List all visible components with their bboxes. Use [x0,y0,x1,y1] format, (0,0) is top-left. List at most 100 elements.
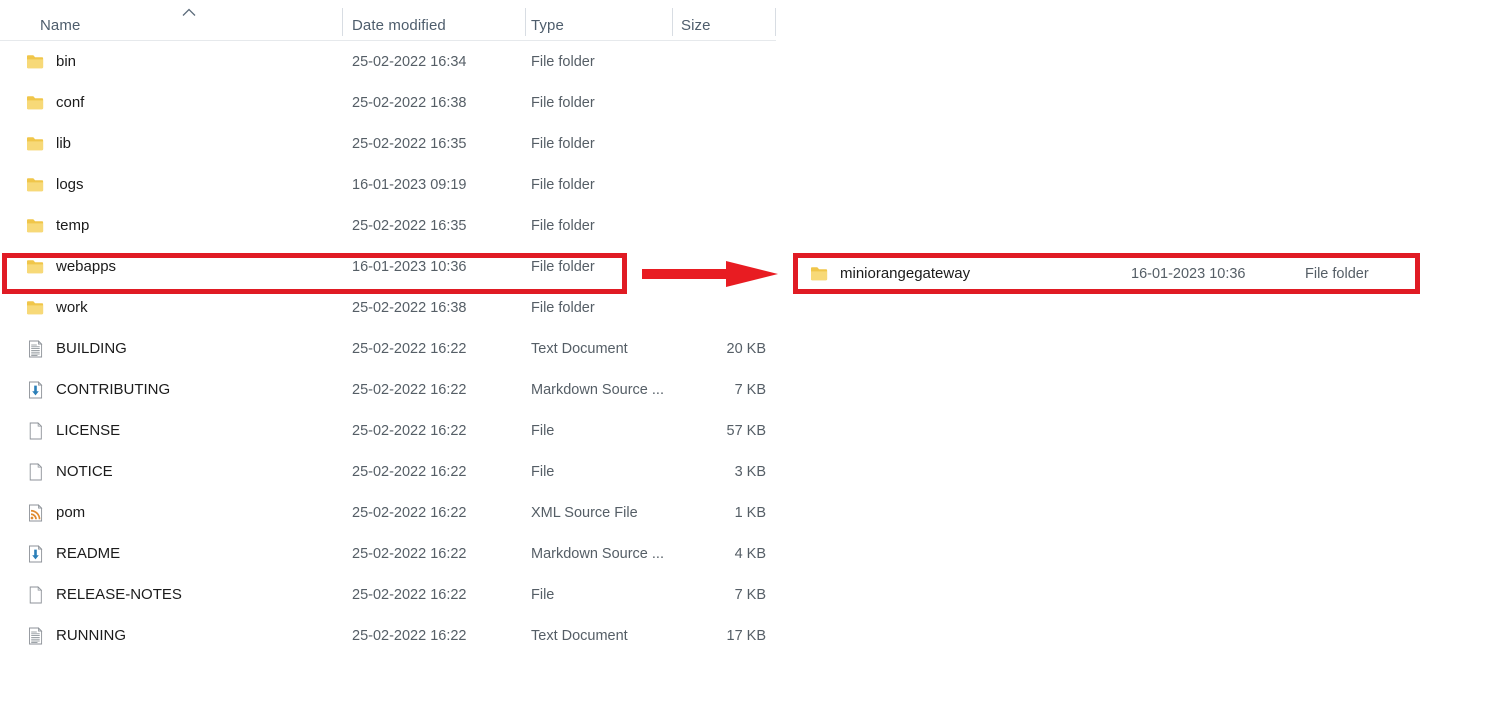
file-size-cell [672,164,766,205]
file-date-cell: 25-02-2022 16:34 [352,41,467,82]
file-name-label: NOTICE [56,463,113,480]
file-name-cell: lib [26,123,71,164]
markdown-file-icon [26,381,45,399]
file-date-cell: 25-02-2022 16:22 [352,492,467,533]
column-header-row: Name Date modified Type Size [0,0,776,41]
file-list: bin 25-02-2022 16:34 File folder conf 25-02-… [0,41,776,656]
table-row[interactable]: bin 25-02-2022 16:34 File folder [0,41,776,82]
column-divider[interactable] [775,8,776,36]
file-name-label: RELEASE-NOTES [56,586,182,603]
column-header-date-modified[interactable]: Date modified [352,17,446,34]
chevron-up-icon [182,8,196,17]
file-name-label: logs [56,176,84,193]
file-size-cell: 3 KB [672,451,766,492]
file-date-cell: 25-02-2022 16:35 [352,205,467,246]
target-folder-type: File folder [1305,253,1369,294]
table-row[interactable]: README 25-02-2022 16:22 Markdown Source ..… [0,533,776,574]
file-name-cell: temp [26,205,89,246]
file-name-label: CONTRIBUTING [56,381,170,398]
file-type-cell: File folder [531,246,595,287]
blank-file-icon [26,586,45,604]
file-name-label: bin [56,53,76,70]
table-row[interactable]: LICENSE25-02-2022 16:22File57 KB [0,410,776,451]
table-row[interactable]: conf25-02-2022 16:38File folder [0,82,776,123]
file-name-cell: RELEASE-NOTES [26,574,182,615]
file-name-label: LICENSE [56,422,120,439]
file-type-cell: File folder [531,287,595,328]
file-size-cell [672,82,766,123]
file-date-cell: 25-02-2022 16:22 [352,533,467,574]
table-row[interactable]: BUILDING 25-02-2022 16:22 Text Document 20 … [0,328,776,369]
folder-icon [26,135,45,153]
table-row[interactable]: temp 25-02-2022 16:35 File folder [0,205,776,246]
file-type-cell: Markdown Source ... [531,533,664,574]
file-date-cell: 25-02-2022 16:38 [352,82,467,123]
file-name-label: conf [56,94,84,111]
column-header-size[interactable]: Size [681,17,711,34]
file-name-cell: RUNNING [26,615,126,656]
markdown-file-icon [26,545,45,563]
text-document-icon [26,627,45,645]
file-name-label: BUILDING [56,340,127,357]
file-size-cell [672,287,766,328]
folder-icon [810,265,829,283]
file-name-cell: pom [26,492,85,533]
table-row[interactable]: miniorangegateway 16-01-2023 10:36 File … [793,253,1420,294]
file-date-cell: 25-02-2022 16:22 [352,328,467,369]
xml-file-icon [26,504,45,522]
target-folder-label: miniorangegateway [840,265,970,282]
file-type-cell: File [531,410,554,451]
column-header-name[interactable]: Name [40,17,80,34]
table-row[interactable]: lib 25-02-2022 16:35 File folder [0,123,776,164]
table-row[interactable]: NOTICE 25-02-2022 16:22 File 3 KB [0,451,776,492]
file-name-cell: conf [26,82,84,123]
column-header-type[interactable]: Type [531,17,564,34]
folder-icon [26,176,45,194]
target-folder-pane: miniorangegateway 16-01-2023 10:36 File … [793,253,1420,294]
file-name-cell: logs [26,164,84,205]
file-type-cell: Markdown Source ... [531,369,664,410]
file-type-cell: File folder [531,123,595,164]
file-type-cell: File folder [531,205,595,246]
file-type-cell: File folder [531,41,595,82]
target-folder-date: 16-01-2023 10:36 [1131,253,1246,294]
table-row[interactable]: work25-02-2022 16:38File folder [0,287,776,328]
table-row[interactable]: logs 16-01-2023 09:19 File folder [0,164,776,205]
file-size-cell: 20 KB [672,328,766,369]
folder-icon [26,94,45,112]
file-date-cell: 25-02-2022 16:22 [352,410,467,451]
file-date-cell: 25-02-2022 16:35 [352,123,467,164]
file-date-cell: 25-02-2022 16:22 [352,451,467,492]
file-size-cell [672,41,766,82]
file-size-cell [672,205,766,246]
file-date-cell: 25-02-2022 16:22 [352,369,467,410]
table-row[interactable]: RELEASE-NOTES25-02-2022 16:22File7 KB [0,574,776,615]
file-size-cell: 7 KB [672,369,766,410]
blank-file-icon [26,422,45,440]
file-name-cell: README [26,533,120,574]
file-type-cell: File folder [531,164,595,205]
file-explorer-pane: Name Date modified Type Size bin 25-02-20… [0,0,790,715]
file-type-cell: Text Document [531,328,628,369]
folder-icon [26,299,45,317]
file-name-cell: NOTICE [26,451,113,492]
file-date-cell: 16-01-2023 09:19 [352,164,467,205]
column-divider[interactable] [525,8,526,36]
text-document-icon [26,340,45,358]
explorer-annotated-screenshot: Name Date modified Type Size bin 25-02-20… [0,0,1498,715]
file-size-cell: 17 KB [672,615,766,656]
column-divider[interactable] [342,8,343,36]
table-row[interactable]: CONTRIBUTING 25-02-2022 16:22 Markdown Sou… [0,369,776,410]
file-name-cell: bin [26,41,76,82]
file-name-label: pom [56,504,85,521]
table-row[interactable]: RUNNING25-02-2022 16:22Text Document17 K… [0,615,776,656]
file-name-label: webapps [56,258,116,275]
file-name-label: temp [56,217,89,234]
table-row[interactable]: pom25-02-2022 16:22XML Source File1 KB [0,492,776,533]
file-date-cell: 16-01-2023 10:36 [352,246,467,287]
blank-file-icon [26,463,45,481]
column-divider[interactable] [672,8,673,36]
file-type-cell: File [531,451,554,492]
file-size-cell: 1 KB [672,492,766,533]
folder-icon [26,217,45,235]
